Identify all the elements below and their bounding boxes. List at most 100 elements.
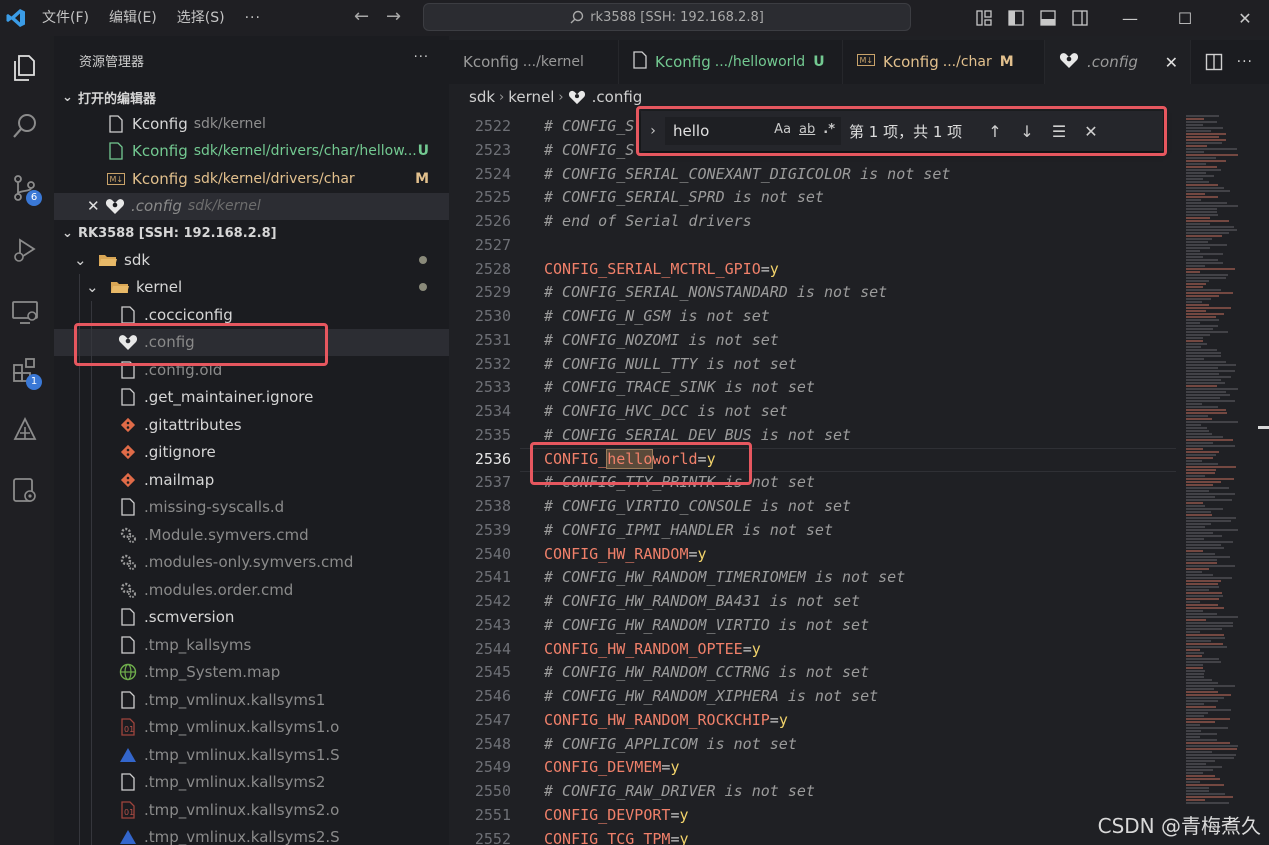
file-item[interactable]: .modules.order.cmd xyxy=(54,576,449,604)
file-item[interactable]: .tmp_vmlinux.kallsyms2 xyxy=(54,768,449,796)
breadcrumb-item[interactable]: kernel xyxy=(508,88,554,106)
breadcrumb-item[interactable]: .config xyxy=(592,88,643,106)
menu-file[interactable]: 文件(F) xyxy=(32,0,99,36)
code-line[interactable]: # CONFIG_HVC_DCC is not set xyxy=(544,400,1184,424)
code-line[interactable]: # CONFIG_HW_RANDOM_TIMERIOMEM is not set xyxy=(544,566,1184,590)
file-item[interactable]: .modules-only.symvers.cmd xyxy=(54,548,449,576)
forward-arrow-icon[interactable]: → xyxy=(386,6,401,27)
source-control-icon[interactable]: 6 xyxy=(0,160,50,216)
split-editor-icon[interactable] xyxy=(1205,53,1223,71)
tab-kconfig-char[interactable]: M↓ Kconfig .../char M xyxy=(843,40,1045,84)
code-line[interactable]: # CONFIG_SERIAL_SPRD is not set xyxy=(544,186,1184,210)
toggle-secondary-sidebar-icon[interactable] xyxy=(1071,9,1089,27)
code-line[interactable]: # end of Serial drivers xyxy=(544,210,1184,234)
file-item[interactable]: .gitignore xyxy=(54,438,449,466)
minimap[interactable] xyxy=(1186,115,1256,845)
minimap-line xyxy=(1186,730,1201,732)
code-line[interactable]: CONFIG_TCG_TPM=y xyxy=(544,828,1184,845)
close-window-button[interactable]: ✕ xyxy=(1222,0,1268,36)
code-line[interactable]: # CONFIG_N_GSM is not set xyxy=(544,305,1184,329)
workspace-section[interactable]: ⌄ RK3588 [SSH: 192.168.2.8] xyxy=(54,220,449,246)
minimap-line xyxy=(1186,589,1209,591)
minimize-button[interactable]: — xyxy=(1107,0,1153,36)
code-line[interactable]: # CONFIG_RAW_DRIVER is not set xyxy=(544,780,1184,804)
code-line[interactable] xyxy=(544,234,1184,258)
editor-more-button[interactable]: ··· xyxy=(1237,54,1253,70)
code-line[interactable]: # CONFIG_VIRTIO_CONSOLE is not set xyxy=(544,495,1184,519)
file-item[interactable]: .scmversion xyxy=(54,603,449,631)
code-line[interactable]: CONFIG_HW_RANDOM_OPTEE=y xyxy=(544,638,1184,662)
breadcrumb-item[interactable]: sdk xyxy=(469,88,495,106)
minimap-line xyxy=(1186,232,1229,234)
file-item[interactable]: .get_maintainer.ignore xyxy=(54,383,449,411)
open-editor-path: sdk/kernel/drivers/char xyxy=(193,170,355,187)
remote-explorer-icon[interactable] xyxy=(0,284,50,340)
file-item[interactable]: 01 .tmp_vmlinux.kallsyms2.o xyxy=(54,796,449,824)
minimap-line xyxy=(1186,568,1209,570)
code-line[interactable]: CONFIG_SERIAL_MCTRL_GPIO=y xyxy=(544,258,1184,282)
minimap-line xyxy=(1186,670,1205,672)
file-item[interactable]: .gitattributes xyxy=(54,411,449,439)
file-item[interactable]: .missing-syscalls.d xyxy=(54,493,449,521)
back-arrow-icon[interactable]: ← xyxy=(354,6,369,27)
run-debug-icon[interactable] xyxy=(0,222,50,278)
explorer-more-button[interactable]: ··· xyxy=(414,50,429,65)
code-line[interactable]: CONFIG_DEVMEM=y xyxy=(544,756,1184,780)
code-line[interactable]: # CONFIG_HW_RANDOM_CCTRNG is not set xyxy=(544,661,1184,685)
folder-open-icon xyxy=(110,277,130,297)
file-item[interactable]: .tmp_vmlinux.kallsyms1 xyxy=(54,686,449,714)
menu-edit[interactable]: 编辑(E) xyxy=(99,0,167,36)
minimap-line xyxy=(1186,523,1211,525)
code-line[interactable]: # CONFIG_APPLICOM is not set xyxy=(544,733,1184,757)
folder-sdk[interactable]: ⌄ sdk xyxy=(54,246,449,274)
line-number: 2547 xyxy=(474,710,511,729)
scrollbar-thumb[interactable] xyxy=(1258,426,1269,429)
file-item[interactable]: .Module.symvers.cmd xyxy=(54,521,449,549)
code-line[interactable]: CONFIG_HW_RANDOM=y xyxy=(544,543,1184,567)
file-item[interactable]: .mailmap xyxy=(54,466,449,494)
code-line[interactable]: # CONFIG_SERIAL_NONSTANDARD is not set xyxy=(544,281,1184,305)
command-center[interactable]: rk3588 [SSH: 192.168.2.8] xyxy=(423,3,911,31)
minimap-line xyxy=(1186,778,1220,780)
toggle-panel-icon[interactable] xyxy=(1039,9,1057,27)
open-editor-item[interactable]: Kconfig sdk/kernel xyxy=(54,110,449,138)
settings-sync-icon[interactable] xyxy=(0,462,50,518)
tab-kconfig-kernel[interactable]: Kconfig .../kernel xyxy=(449,40,619,84)
open-editors-section[interactable]: ⌄ 打开的编辑器 xyxy=(54,84,449,110)
code-line[interactable]: # CONFIG_SERIAL_CONEXANT_DIGICOLOR is no… xyxy=(544,163,1184,187)
extensions-icon[interactable]: 1 xyxy=(0,342,50,398)
indent-guide xyxy=(91,686,92,714)
code-line[interactable]: # CONFIG_HW_RANDOM_VIRTIO is not set xyxy=(544,614,1184,638)
maximize-button[interactable]: ☐ xyxy=(1162,0,1208,36)
code-line[interactable]: # CONFIG_TRACE_SINK is not set xyxy=(544,376,1184,400)
file-item[interactable]: 01 .tmp_vmlinux.kallsyms1.o xyxy=(54,713,449,741)
code-line[interactable]: CONFIG_DEVPORT=y xyxy=(544,804,1184,828)
tab-config[interactable]: .config ✕ xyxy=(1045,40,1191,84)
file-item[interactable]: .tmp_vmlinux.kallsyms2.S xyxy=(54,823,449,845)
close-tab-icon[interactable]: ✕ xyxy=(1165,53,1178,72)
open-editor-item[interactable]: M↓ Kconfig sdk/kernel/drivers/char M xyxy=(54,165,449,193)
menu-selection[interactable]: 选择(S) xyxy=(167,0,235,36)
code-line[interactable]: CONFIG_HW_RANDOM_ROCKCHIP=y xyxy=(544,709,1184,733)
minimap-line xyxy=(1186,583,1218,585)
close-editor-icon[interactable]: ✕ xyxy=(87,197,105,215)
menu-more-button[interactable]: ··· xyxy=(235,10,271,26)
minimap-line xyxy=(1186,235,1222,237)
tools-icon[interactable] xyxy=(0,402,50,458)
file-item[interactable]: .tmp_vmlinux.kallsyms1.S xyxy=(54,741,449,769)
code-line[interactable]: # CONFIG_IPMI_HANDLER is not set xyxy=(544,519,1184,543)
toggle-sidebar-icon[interactable] xyxy=(1007,9,1025,27)
folder-kernel[interactable]: ⌄ kernel xyxy=(54,273,449,301)
file-item[interactable]: .tmp_System.map xyxy=(54,658,449,686)
code-line[interactable]: # CONFIG_NOZOMI is not set xyxy=(544,329,1184,353)
customize-layout-icon[interactable] xyxy=(975,9,993,27)
code-line[interactable]: # CONFIG_HW_RANDOM_BA431 is not set xyxy=(544,590,1184,614)
search-icon[interactable] xyxy=(0,98,50,154)
open-editor-item[interactable]: Kconfig sdk/kernel/drivers/char/hellow..… xyxy=(54,138,449,166)
tab-kconfig-helloworld[interactable]: Kconfig .../helloworld U xyxy=(619,40,843,84)
code-line[interactable]: # CONFIG_NULL_TTY is not set xyxy=(544,353,1184,377)
explorer-icon[interactable] xyxy=(0,40,50,96)
file-item[interactable]: .tmp_kallsyms xyxy=(54,631,449,659)
open-editor-item-active[interactable]: ✕ .config sdk/kernel xyxy=(54,192,449,220)
code-line[interactable]: # CONFIG_HW_RANDOM_XIPHERA is not set xyxy=(544,685,1184,709)
